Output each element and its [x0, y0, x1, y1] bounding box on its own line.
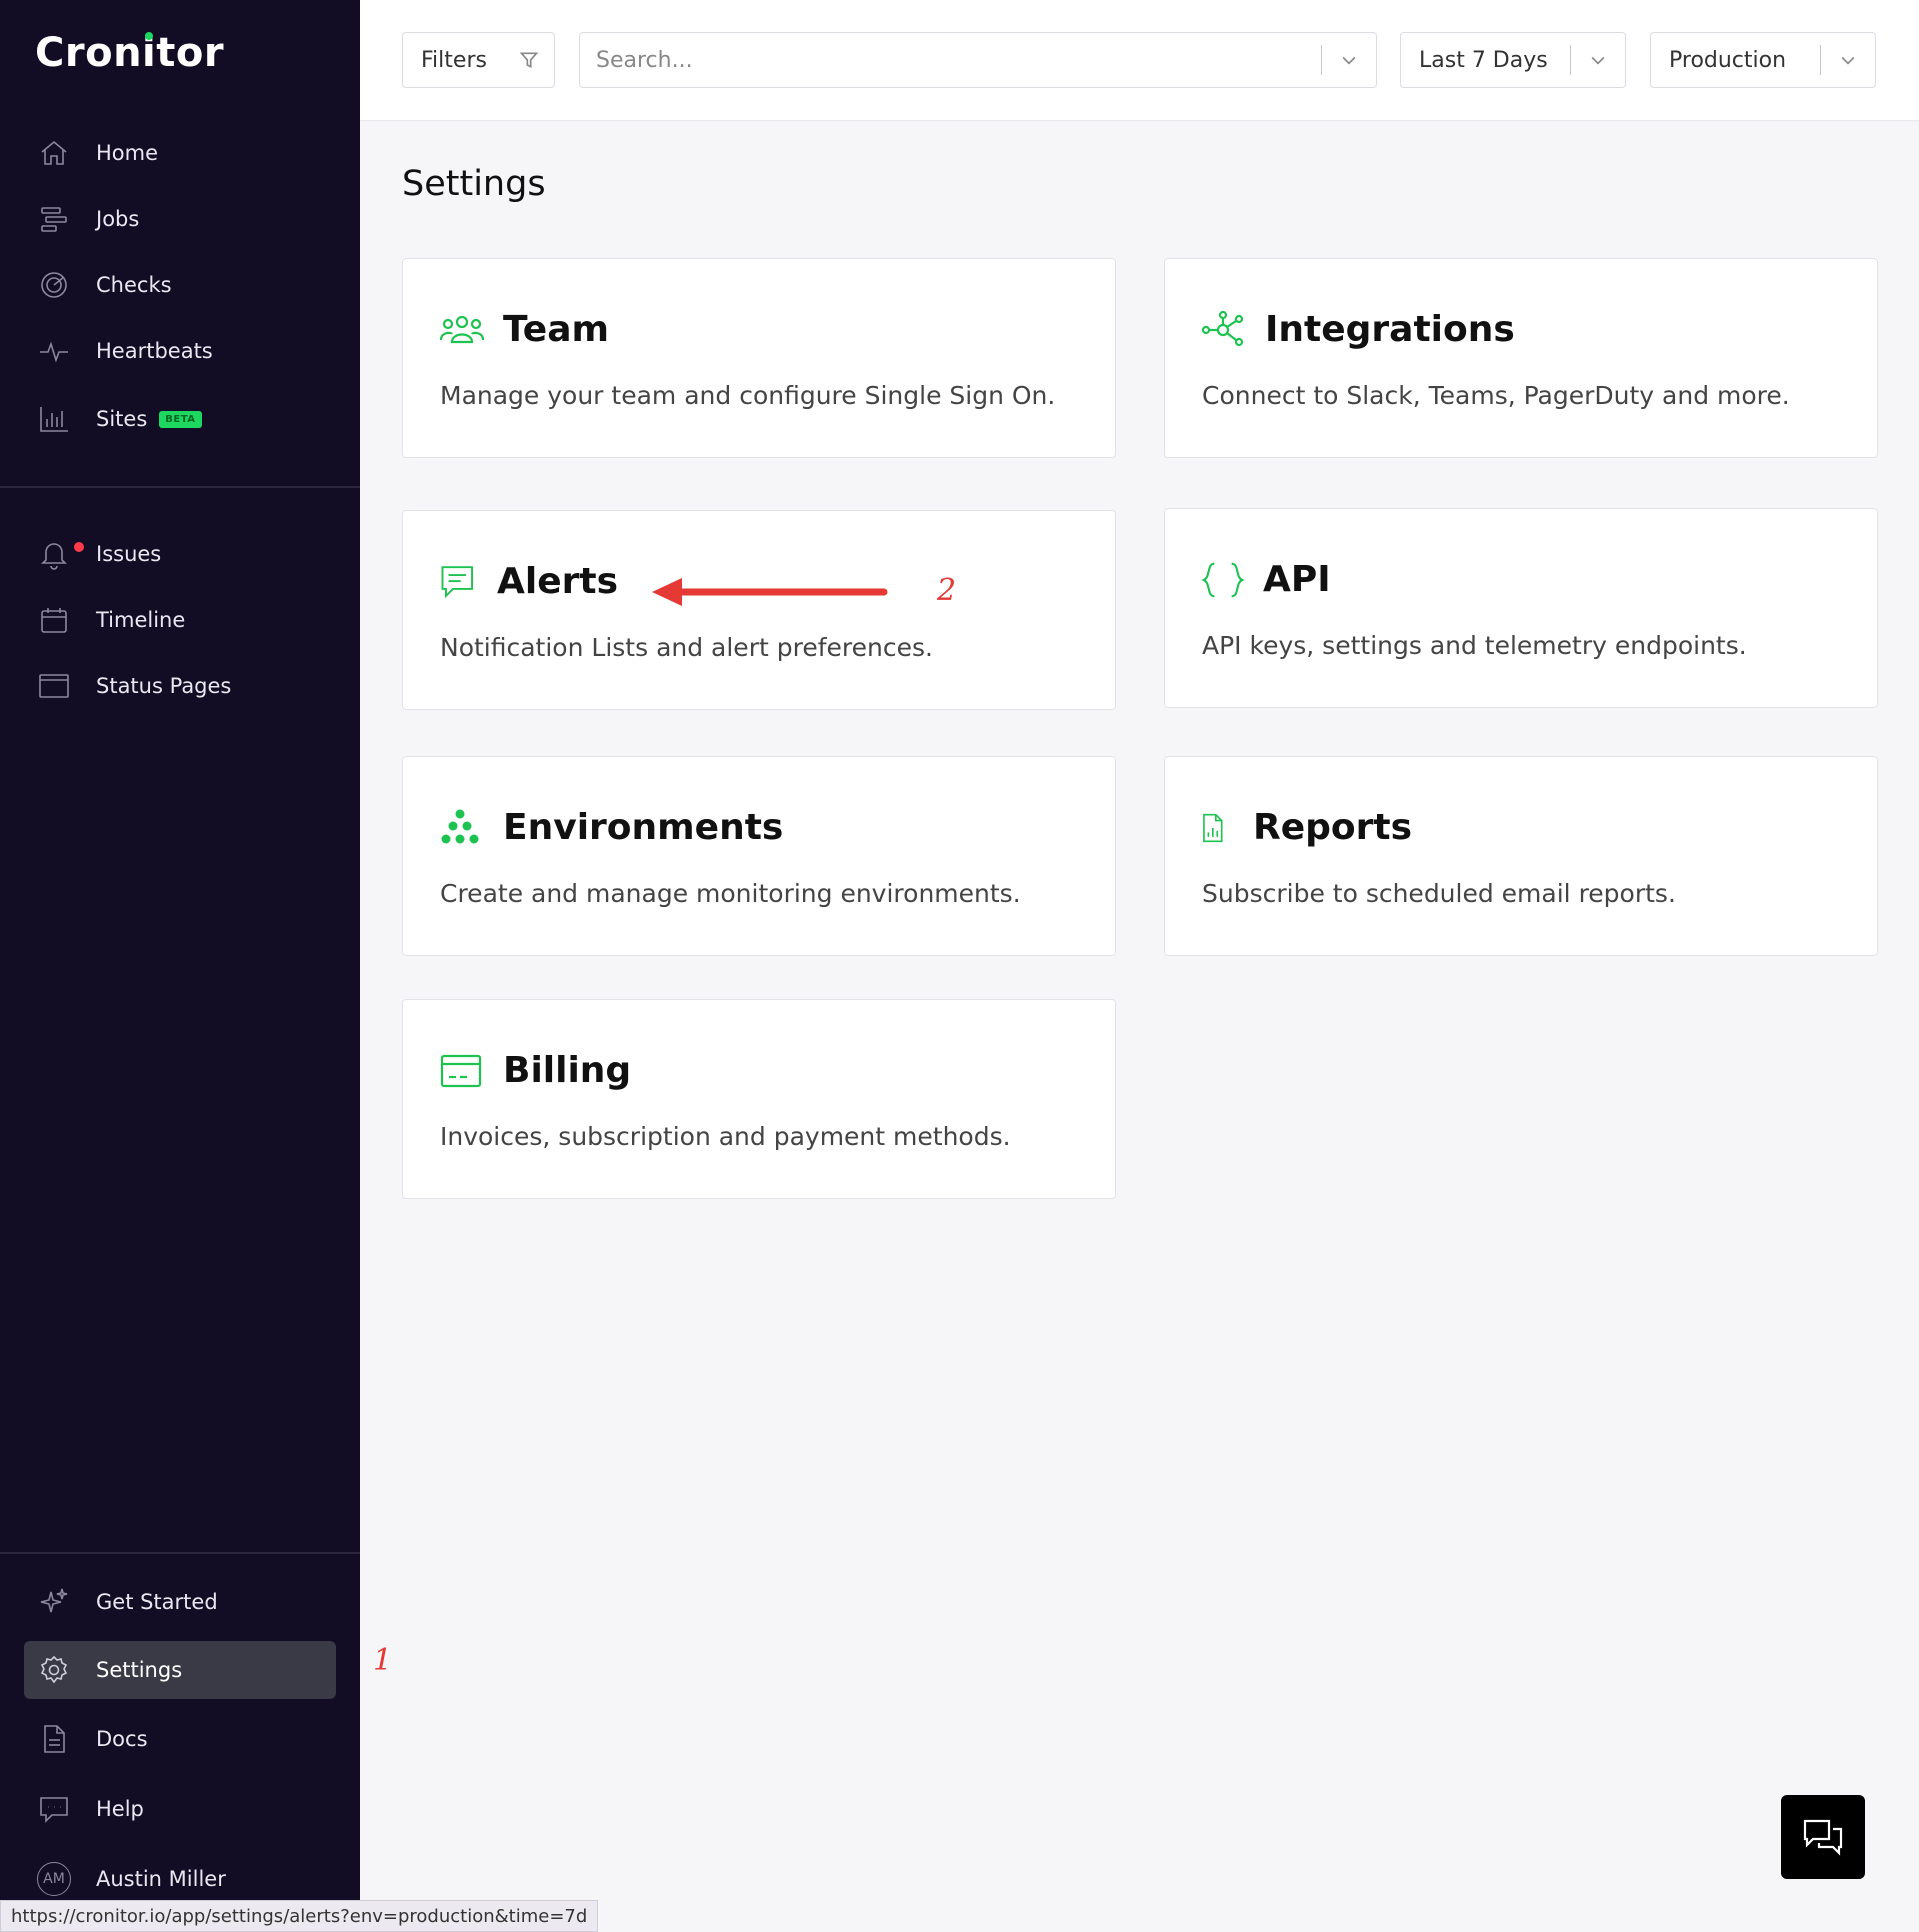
card-title: Alerts: [497, 561, 619, 602]
annotation-step-1: 1: [373, 1643, 393, 1678]
card-description: Notification Lists and alert preferences…: [440, 633, 933, 662]
sidebar-item-label: Heartbeats: [96, 339, 213, 363]
sidebar-item-label: Settings: [96, 1658, 183, 1682]
filter-icon: [504, 50, 554, 70]
card-description: Invoices, subscription and payment metho…: [440, 1122, 1011, 1151]
home-icon: [36, 135, 72, 171]
sidebar-item-docs[interactable]: Docs: [24, 1710, 336, 1768]
braces-icon: [1201, 562, 1245, 597]
card-team[interactable]: Team Manage your team and configure Sing…: [402, 258, 1116, 458]
chat-widget-button[interactable]: [1781, 1795, 1865, 1879]
filters-button[interactable]: Filters: [402, 32, 555, 88]
chevron-down-icon: [1571, 50, 1625, 70]
sidebar-item-label: Jobs: [96, 207, 140, 231]
chart-bars-icon: [36, 401, 72, 437]
link-status-bar: https://cronitor.io/app/settings/alerts?…: [0, 1900, 599, 1932]
user-name: Austin Miller: [96, 1867, 226, 1891]
integrations-icon: [1201, 310, 1244, 346]
credit-card-icon: [440, 1054, 482, 1087]
card-description: Subscribe to scheduled email reports.: [1202, 879, 1676, 908]
cronitor-logo[interactable]: Cronitor: [35, 30, 224, 76]
sidebar-item-heartbeats[interactable]: Heartbeats: [24, 322, 336, 380]
sidebar: Cronitor Home Jobs Checks Heartbeats Sit…: [0, 0, 360, 1932]
sidebar-item-label: Checks: [96, 273, 172, 297]
card-description: Manage your team and configure Single Si…: [440, 381, 1056, 410]
page-title: Settings: [402, 164, 546, 204]
sidebar-item-home[interactable]: Home: [24, 124, 336, 182]
card-billing[interactable]: Billing Invoices, subscription and payme…: [402, 999, 1116, 1199]
chat-icon: [1803, 1819, 1843, 1856]
sidebar-item-issues[interactable]: Issues: [24, 525, 336, 583]
card-description: API keys, settings and telemetry endpoin…: [1202, 631, 1747, 660]
sidebar-item-settings[interactable]: Settings: [24, 1641, 336, 1699]
card-title: Environments: [503, 807, 784, 848]
sidebar-item-status-pages[interactable]: Status Pages: [24, 657, 336, 715]
card-description: Create and manage monitoring environment…: [440, 879, 1021, 908]
sidebar-item-sites[interactable]: Sites BETA: [24, 390, 336, 448]
team-icon: [439, 315, 485, 343]
sidebar-item-label: Status Pages: [96, 674, 232, 698]
alert-message-icon: [441, 565, 473, 598]
calendar-icon: [36, 602, 72, 638]
card-title: Integrations: [1265, 309, 1515, 350]
sidebar-item-label: Help: [96, 1797, 144, 1821]
card-title: Billing: [503, 1050, 632, 1091]
card-title: Reports: [1253, 807, 1413, 848]
gear-icon: [36, 1652, 72, 1688]
sidebar-item-help[interactable]: Help: [24, 1780, 336, 1838]
beta-badge: BETA: [159, 410, 202, 428]
sidebar-divider-bottom: [0, 1552, 360, 1554]
search-input[interactable]: [580, 32, 1321, 88]
annotation-arrow: [652, 578, 888, 606]
sidebar-item-label: Docs: [96, 1727, 148, 1751]
card-title: API: [1263, 559, 1331, 600]
annotation-step-2: 2: [937, 573, 957, 608]
jobs-icon: [36, 201, 72, 237]
heartbeat-icon: [36, 333, 72, 369]
environments-icon: [441, 809, 479, 843]
search-box[interactable]: [579, 32, 1377, 88]
sidebar-item-label: Get Started: [96, 1590, 218, 1614]
sidebar-item-label: Issues: [96, 542, 162, 566]
chevron-down-icon[interactable]: [1322, 50, 1376, 70]
report-icon: [1203, 813, 1223, 842]
bell-icon: [36, 536, 84, 572]
sidebar-item-jobs[interactable]: Jobs: [24, 190, 336, 248]
checks-icon: [36, 267, 72, 303]
card-environments[interactable]: Environments Create and manage monitorin…: [402, 756, 1116, 956]
window-icon: [36, 668, 72, 704]
card-title: Team: [503, 309, 609, 350]
sidebar-item-timeline[interactable]: Timeline: [24, 591, 336, 649]
avatar: AM: [36, 1861, 72, 1897]
sidebar-item-label: Sites: [96, 407, 148, 431]
top-bar: Filters Last 7 Days Production: [360, 0, 1919, 121]
document-icon: [36, 1721, 72, 1757]
card-description: Connect to Slack, Teams, PagerDuty and m…: [1202, 381, 1790, 410]
card-reports[interactable]: Reports Subscribe to scheduled email rep…: [1164, 756, 1878, 956]
sidebar-item-get-started[interactable]: Get Started: [24, 1573, 336, 1631]
sidebar-item-label: Home: [96, 141, 159, 165]
environment-select[interactable]: Production: [1650, 32, 1876, 88]
card-api[interactable]: API API keys, settings and telemetry end…: [1164, 508, 1878, 708]
time-range-select[interactable]: Last 7 Days: [1400, 32, 1626, 88]
chevron-down-icon: [1821, 50, 1875, 70]
chat-bubble-icon: [36, 1791, 72, 1827]
sidebar-divider: [0, 486, 360, 488]
card-integrations[interactable]: Integrations Connect to Slack, Teams, Pa…: [1164, 258, 1878, 458]
sidebar-item-checks[interactable]: Checks: [24, 256, 336, 314]
sparkle-icon: [36, 1584, 72, 1620]
notification-dot: [74, 542, 84, 552]
sidebar-item-label: Timeline: [96, 608, 186, 632]
